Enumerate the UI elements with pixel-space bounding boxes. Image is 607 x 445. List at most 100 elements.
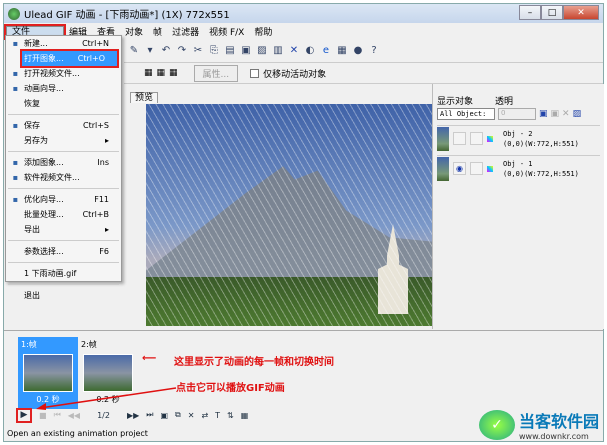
eye-icon[interactable]: ◉ (453, 162, 466, 175)
paste-icon[interactable]: ▤ (224, 45, 236, 57)
delete-object-icon[interactable]: ✕ (562, 109, 570, 119)
file-menu-item[interactable]: 批量处理... Ctrl+B (6, 207, 121, 222)
image-canvas[interactable] (146, 104, 432, 326)
delete-icon[interactable]: ✕ (288, 45, 300, 57)
color-icon (487, 165, 493, 172)
watermark: ✓ 当客软件园 www.downkr.com (478, 408, 599, 441)
maximize-button[interactable]: □ (541, 5, 563, 20)
menu-item-label: 导出 (24, 225, 40, 234)
frame-icon[interactable]: ▣ (240, 45, 252, 57)
menu-item-shortcut: Ctrl+O (77, 54, 105, 63)
file-menu-item[interactable]: ▪ 软件视频文件... (6, 170, 121, 185)
menu-item-label: 优化向导... (24, 195, 64, 204)
file-menu-item[interactable]: 1 下雨动画.gif (6, 266, 121, 281)
cut-icon[interactable]: ✂ (192, 45, 204, 57)
browser-icon[interactable]: e (320, 45, 332, 57)
dropdown-icon[interactable]: ▾ (144, 45, 156, 57)
menu-item-shortcut: Ctrl+B (82, 210, 109, 219)
menu-item-label: 参数选择... (24, 247, 64, 256)
menu-frame[interactable]: 帧 (148, 25, 167, 38)
tool-icon[interactable]: ◐ (304, 45, 316, 57)
watermark-name: 当客软件园 (518, 412, 599, 431)
lock-toggle[interactable] (470, 132, 483, 145)
properties-button[interactable]: 属性... (193, 64, 239, 82)
redo-icon[interactable]: ↷ (176, 45, 188, 57)
file-menu-item[interactable]: 恢复 (6, 96, 121, 111)
frame-label: 2:帧 (81, 340, 97, 349)
wizard-icon: ▪ (12, 83, 19, 93)
blank-icon (10, 247, 21, 257)
object-icon[interactable]: ▥ (272, 45, 284, 57)
grid2-icon[interactable]: ▦ (169, 68, 178, 78)
rain-effect (146, 104, 432, 326)
file-menu-item[interactable]: ▪ 优化向导... F11 (6, 192, 121, 207)
frame-panel: 1:帧 0.2 秒 2:帧 0.2 秒 ⟵ 这里显示了动画的每一帧和切换时间 点… (4, 330, 603, 410)
file-menu-item[interactable]: ▪ 新建... Ctrl+N (6, 36, 121, 51)
file-menu-item[interactable]: 退出 (6, 288, 121, 303)
tab-preview[interactable]: 预览 (130, 92, 159, 103)
file-menu-item[interactable]: 另存为 ▸ (6, 133, 121, 148)
properties-icon[interactable]: ▦ (241, 411, 249, 420)
copy-icon[interactable]: ⎘ (208, 45, 220, 57)
last-frame-button[interactable]: ⏭ (146, 410, 153, 420)
menu-item-label: 恢复 (24, 99, 40, 108)
file-menu-item[interactable]: 参数选择... F6 (6, 244, 121, 259)
menu-item-shortcut: ▸ (104, 225, 109, 234)
opacity-spinner[interactable]: 0 (498, 108, 536, 120)
file-menu-item[interactable]: 导出 ▸ (6, 222, 121, 237)
prev-frame-button[interactable]: ◀◀ (68, 411, 80, 420)
menu-object[interactable]: 对象 (120, 25, 148, 38)
zoom-icon[interactable]: ● (352, 45, 364, 57)
minimize-button[interactable]: – (519, 5, 541, 20)
text-icon[interactable]: T (215, 411, 220, 420)
menu-filter[interactable]: 过滤器 (167, 25, 204, 38)
object-properties-icon[interactable]: ▨ (573, 109, 582, 119)
blank-icon (10, 225, 21, 235)
menu-item-label: 1 下雨动画.gif (24, 269, 77, 278)
close-button[interactable]: ✕ (563, 5, 599, 20)
stop-button[interactable]: ■ (39, 411, 47, 420)
help-icon[interactable]: ? (368, 45, 380, 57)
add-frame-icon[interactable]: ▣ (160, 411, 168, 420)
play-button[interactable]: ▶ (16, 407, 32, 423)
object-row[interactable]: ◉ Obj - 1 (0,0)(W:772,H:551) (437, 155, 600, 181)
image-icon[interactable]: ▨ (256, 45, 268, 57)
file-menu-item[interactable]: 打开图象... Ctrl+O (20, 49, 119, 68)
move-only-active-checkbox[interactable] (250, 68, 260, 78)
move-only-active-label: 仅移动活动对象 (263, 69, 327, 80)
menu-item-shortcut: F11 (94, 195, 109, 204)
show-objects-select[interactable]: All Object: (437, 108, 495, 120)
grid-icon[interactable]: ▦ (157, 68, 166, 78)
menu-help[interactable]: 帮助 (249, 25, 277, 38)
file-menu-item[interactable]: ▪ 打开视频文件... (6, 66, 121, 81)
frames-annotation: 这里显示了动画的每一帧和切换时间 (174, 357, 334, 368)
duplicate-object-icon[interactable]: ▣ (551, 109, 560, 119)
align-icon[interactable]: ▦ (144, 68, 153, 78)
duplicate-frame-icon[interactable]: ⧉ (175, 410, 181, 420)
menu-item-label: 退出 (24, 291, 40, 300)
visibility-toggle[interactable] (453, 132, 466, 145)
arrow-icon: ⟵ (142, 353, 157, 364)
paint-icon[interactable]: ✎ (128, 45, 140, 57)
first-frame-button[interactable]: ⏮ (54, 410, 61, 420)
menu-video-fx[interactable]: 视频 F/X (204, 25, 249, 38)
file-menu-item[interactable]: ▪ 添加图象... Ins (6, 155, 121, 170)
reverse-icon[interactable]: ⇅ (227, 411, 234, 420)
lock-toggle[interactable] (470, 162, 483, 175)
object-name: Obj - 2 (503, 129, 533, 138)
object-row[interactable]: Obj - 2 (0,0)(W:772,H:551) (437, 125, 600, 151)
title-bar: Ulead GIF 动画 - [下雨动画*] (1X) 772x551 – □ … (4, 4, 603, 23)
menu-item-label: 另存为 (24, 136, 48, 145)
app-icon (8, 7, 20, 20)
file-menu-item[interactable]: ▪ 动画向导... (6, 81, 121, 96)
file-menu-item[interactable]: ▪ 保存 Ctrl+S (6, 118, 121, 133)
preview-icon[interactable]: ▦ (336, 45, 348, 57)
delete-frame-icon[interactable]: ✕ (188, 411, 195, 420)
menu-item-label: 软件视频文件... (24, 173, 80, 182)
undo-icon[interactable]: ↶ (160, 45, 172, 57)
next-frame-button[interactable]: ▶▶ (127, 411, 139, 420)
tween-icon[interactable]: ⇄ (201, 411, 208, 420)
frame-label: 1:帧 (21, 340, 37, 349)
new-object-icon[interactable]: ▣ (539, 109, 548, 119)
menu-item-label: 打开图象... (24, 54, 64, 63)
